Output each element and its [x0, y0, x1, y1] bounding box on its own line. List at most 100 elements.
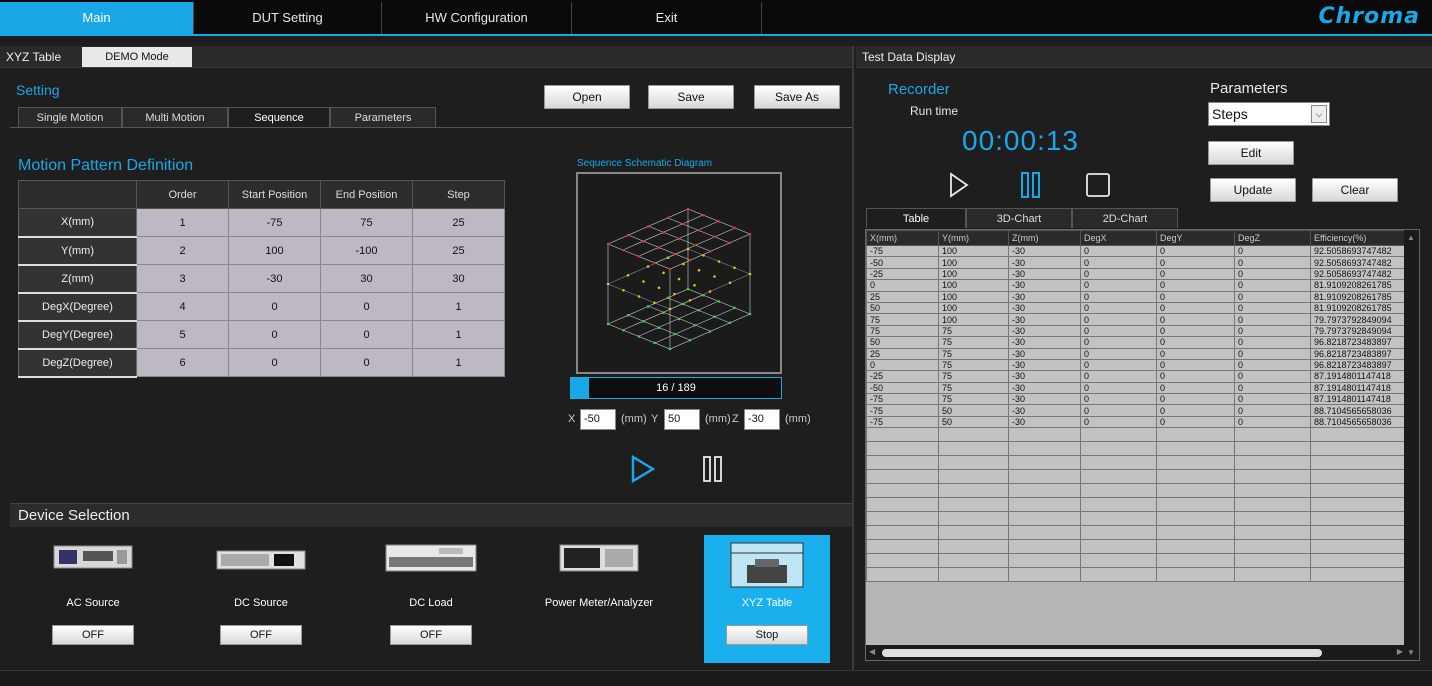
- table-row[interactable]: -25 75 -30 0 0 0 87.1914801147418: [866, 370, 1407, 383]
- motion-cell[interactable]: 1: [412, 320, 505, 349]
- motion-cell[interactable]: 0: [228, 348, 321, 377]
- motion-cell[interactable]: 25: [412, 208, 505, 237]
- dc-load-off-button[interactable]: OFF: [390, 625, 472, 645]
- table-row[interactable]: 75 75 -30 0 0 0 79.7973792849094: [866, 324, 1407, 338]
- motion-cell[interactable]: -30: [228, 264, 321, 293]
- nav-tab-hw-configuration[interactable]: HW Configuration: [382, 2, 572, 34]
- save-as-button[interactable]: Save As: [754, 85, 840, 109]
- table-row[interactable]: [866, 455, 1407, 471]
- motion-cell[interactable]: -75: [228, 208, 321, 237]
- subtab-parameters[interactable]: Parameters: [330, 107, 436, 127]
- table-row[interactable]: [866, 497, 1407, 513]
- table-row[interactable]: 75 100 -30 0 0 0 79.7973792849094: [866, 313, 1407, 326]
- table-row[interactable]: [866, 539, 1407, 555]
- motion-cell[interactable]: -100: [320, 236, 413, 265]
- dc-source-off-button[interactable]: OFF: [220, 625, 302, 645]
- subtab-sequence[interactable]: Sequence: [228, 107, 330, 127]
- grid-column-header[interactable]: Z(mm): [1008, 230, 1081, 246]
- table-row[interactable]: 50 100 -30 0 0 0 81.9109208261785: [866, 301, 1407, 315]
- table-row[interactable]: -50 100 -30 0 0 0 92.5058693747482: [866, 256, 1407, 269]
- save-button[interactable]: Save: [648, 85, 734, 109]
- motion-cell[interactable]: 4: [136, 292, 229, 321]
- horizontal-scroll-thumb[interactable]: [882, 649, 1322, 657]
- motion-cell[interactable]: 0: [228, 292, 321, 321]
- table-row[interactable]: [866, 469, 1407, 485]
- table-row[interactable]: -75 50 -30 0 0 0 88.7104565658036: [866, 404, 1407, 417]
- device-dc-source[interactable]: DC Source OFF: [198, 535, 324, 663]
- scroll-right-icon[interactable]: ▶: [1397, 647, 1403, 656]
- chevron-down-icon[interactable]: ⌵: [1311, 105, 1327, 123]
- record-pause-icon[interactable]: [1020, 172, 1042, 198]
- ac-source-off-button[interactable]: OFF: [52, 625, 134, 645]
- table-row[interactable]: [866, 441, 1407, 457]
- motion-cell[interactable]: 3: [136, 264, 229, 293]
- device-power-meter[interactable]: Power Meter/Analyzer: [536, 535, 662, 663]
- table-row[interactable]: -75 100 -30 0 0 0 92.5058693747482: [866, 244, 1407, 258]
- motion-cell[interactable]: 1: [412, 348, 505, 377]
- motion-cell[interactable]: 1: [412, 292, 505, 321]
- table-row[interactable]: [866, 525, 1407, 541]
- subtab-single-motion[interactable]: Single Motion: [18, 107, 122, 127]
- update-button[interactable]: Update: [1210, 178, 1296, 202]
- tab-demo-mode[interactable]: DEMO Mode: [82, 47, 192, 67]
- table-row[interactable]: [866, 427, 1407, 443]
- table-row[interactable]: [866, 567, 1407, 583]
- motion-cell[interactable]: 6: [136, 348, 229, 377]
- table-row[interactable]: 50 75 -30 0 0 0 96.8218723483897: [866, 336, 1407, 349]
- pause-icon[interactable]: [702, 456, 724, 482]
- table-row[interactable]: -25 100 -30 0 0 0 92.5058693747482: [866, 267, 1407, 281]
- table-row[interactable]: 0 100 -30 0 0 0 81.9109208261785: [866, 279, 1407, 292]
- data-tab-3d-chart[interactable]: 3D-Chart: [966, 208, 1072, 228]
- scroll-left-icon[interactable]: ◀: [869, 647, 875, 656]
- tab-xyz-table[interactable]: XYZ Table: [6, 50, 61, 64]
- record-play-icon[interactable]: [948, 172, 970, 198]
- motion-cell[interactable]: 30: [320, 264, 413, 293]
- grid-column-header[interactable]: X(mm): [866, 230, 939, 246]
- motion-cell[interactable]: 0: [320, 292, 413, 321]
- motion-cell[interactable]: 2: [136, 236, 229, 265]
- motion-cell[interactable]: 1: [136, 208, 229, 237]
- open-button[interactable]: Open: [544, 85, 630, 109]
- y-coord-field[interactable]: 50: [664, 409, 700, 430]
- scroll-up-icon[interactable]: ▲: [1407, 233, 1415, 242]
- grid-column-header[interactable]: Efficiency(%): [1310, 230, 1407, 246]
- motion-cell[interactable]: 100: [228, 236, 321, 265]
- device-ac-source[interactable]: AC Source OFF: [30, 535, 156, 663]
- table-row[interactable]: [866, 511, 1407, 527]
- nav-tab-main[interactable]: Main: [0, 2, 194, 34]
- motion-cell[interactable]: 0: [320, 320, 413, 349]
- device-xyz-table[interactable]: XYZ Table Stop: [704, 535, 830, 663]
- subtab-multi-motion[interactable]: Multi Motion: [122, 107, 228, 127]
- xyz-table-stop-button[interactable]: Stop: [726, 625, 808, 645]
- table-row[interactable]: -75 50 -30 0 0 0 88.7104565658036: [866, 415, 1407, 429]
- table-row[interactable]: -50 75 -30 0 0 0 87.1914801147418: [866, 381, 1407, 395]
- play-icon[interactable]: [630, 455, 656, 483]
- edit-button[interactable]: Edit: [1208, 141, 1294, 165]
- motion-cell[interactable]: 25: [412, 236, 505, 265]
- table-row[interactable]: [866, 553, 1407, 569]
- x-coord-field[interactable]: -50: [580, 409, 616, 430]
- grid-column-header[interactable]: DegZ: [1234, 230, 1311, 246]
- table-row[interactable]: -75 75 -30 0 0 0 87.1914801147418: [866, 393, 1407, 406]
- device-dc-load[interactable]: DC Load OFF: [368, 535, 494, 663]
- data-tab-table[interactable]: Table: [866, 208, 966, 228]
- clear-button[interactable]: Clear: [1312, 178, 1398, 202]
- vertical-scrollbar[interactable]: ▲ ▼: [1404, 230, 1419, 660]
- grid-column-header[interactable]: DegY: [1156, 230, 1235, 246]
- test-data-grid[interactable]: X(mm) Y(mm) Z(mm) DegX DegY DegZ Efficiency(%)…: [865, 229, 1420, 661]
- parameters-select[interactable]: Steps ⌵: [1208, 102, 1330, 126]
- table-row[interactable]: 25 100 -30 0 0 0 81.9109208261785: [866, 290, 1407, 303]
- z-coord-field[interactable]: -30: [744, 409, 780, 430]
- motion-cell[interactable]: 0: [228, 320, 321, 349]
- motion-cell[interactable]: 30: [412, 264, 505, 293]
- motion-cell[interactable]: 5: [136, 320, 229, 349]
- motion-cell[interactable]: 75: [320, 208, 413, 237]
- table-row[interactable]: [866, 483, 1407, 499]
- horizontal-scrollbar[interactable]: ◀ ▶: [866, 645, 1406, 660]
- table-row[interactable]: 0 75 -30 0 0 0 96.8218723483897: [866, 358, 1407, 372]
- motion-cell[interactable]: 0: [320, 348, 413, 377]
- table-row[interactable]: 25 75 -30 0 0 0 96.8218723483897: [866, 347, 1407, 360]
- record-stop-icon[interactable]: [1085, 172, 1111, 198]
- nav-tab-exit[interactable]: Exit: [572, 2, 762, 34]
- grid-column-header[interactable]: Y(mm): [938, 230, 1009, 246]
